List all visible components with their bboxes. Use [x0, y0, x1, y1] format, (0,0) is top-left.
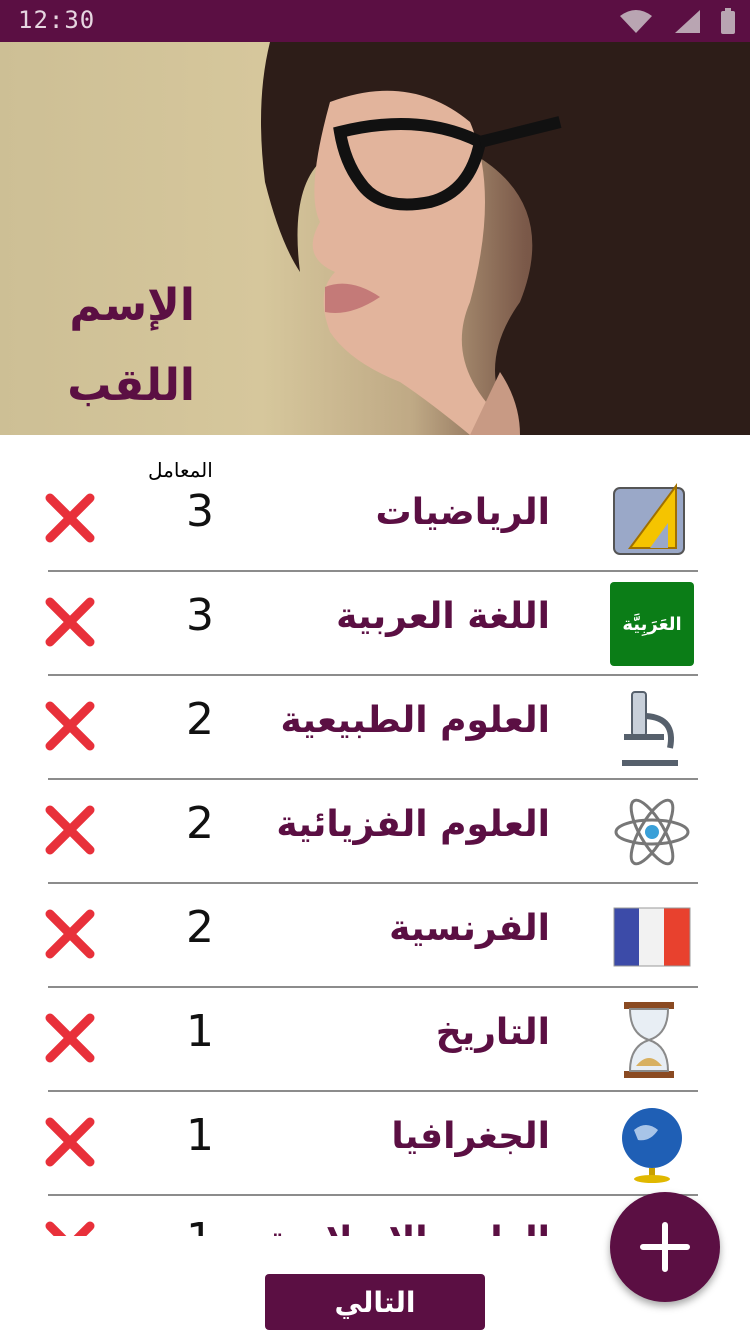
coefficient-value: 2 — [186, 694, 214, 745]
delete-icon[interactable] — [42, 1218, 98, 1236]
delete-icon[interactable] — [42, 1010, 98, 1066]
list-item: 2 العلوم الفزيائية — [0, 780, 750, 884]
profile-header: الإسم اللقب — [0, 42, 750, 435]
list-item: 1 التاريخ — [0, 988, 750, 1092]
globe-icon — [622, 1108, 682, 1183]
subjects-list[interactable]: 3 الرياضيات 3 اللغة العربية العَرَبِيَّة… — [0, 468, 750, 1236]
subject-name: التاريخ — [435, 1012, 550, 1053]
delete-icon[interactable] — [42, 1114, 98, 1170]
list-item: 2 العلوم الطبيعية — [0, 676, 750, 780]
subject-name: اللغة العربية — [336, 596, 550, 637]
delete-icon[interactable] — [42, 698, 98, 754]
delete-icon[interactable] — [42, 594, 98, 650]
status-bar: 12:30 — [0, 0, 750, 42]
add-button[interactable] — [610, 1192, 720, 1302]
delete-icon[interactable] — [42, 906, 98, 962]
subject-name: العلوم الفزيائية — [276, 804, 550, 845]
coefficient-value: 2 — [186, 798, 214, 849]
subject-name: العلوم الإسلامية — [267, 1220, 550, 1236]
battery-icon — [721, 8, 735, 34]
hourglass-icon — [624, 1002, 674, 1078]
coefficient-value: 1 — [150, 1214, 250, 1236]
delete-icon[interactable] — [42, 802, 98, 858]
list-item: 2 الفرنسية — [0, 884, 750, 988]
next-button[interactable]: التالي — [265, 1274, 485, 1330]
subject-name: الرياضيات — [375, 492, 550, 533]
surname-label: اللقب — [67, 360, 195, 411]
subject-name: الجغرافيا — [391, 1116, 550, 1157]
coefficient-value: 1 — [186, 1110, 214, 1161]
subject-name: الفرنسية — [389, 908, 550, 949]
geometry-tools-icon — [613, 482, 685, 555]
list-item: 1 الجغرافيا — [0, 1092, 750, 1196]
coefficient-value: 3 — [186, 486, 214, 537]
coefficient-value: 1 — [186, 1006, 214, 1057]
name-label: الإسم — [69, 280, 195, 331]
cell-signal-icon — [675, 10, 700, 33]
delete-icon[interactable] — [42, 490, 98, 546]
coefficient-value: 3 — [186, 590, 214, 641]
plus-icon — [640, 1222, 690, 1272]
atom-icon — [614, 798, 690, 866]
wifi-icon — [620, 10, 652, 33]
arabic-book-icon: العَرَبِيَّة — [610, 582, 694, 666]
status-icons — [618, 8, 736, 34]
list-item: 3 الرياضيات — [0, 468, 750, 572]
subject-name: العلوم الطبيعية — [280, 700, 550, 741]
arabic-book-icon-text: العَرَبِيَّة — [622, 613, 682, 635]
list-item: 3 اللغة العربية العَرَبِيَّة — [0, 572, 750, 676]
french-flag-icon — [613, 907, 691, 967]
microscope-icon — [622, 691, 678, 766]
status-time: 12:30 — [18, 6, 96, 34]
coefficient-value: 2 — [186, 902, 214, 953]
